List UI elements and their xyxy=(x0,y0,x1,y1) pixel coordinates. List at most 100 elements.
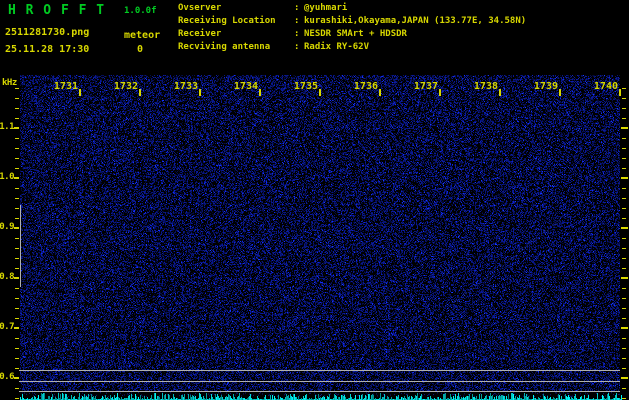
frequency-minor-tick-left xyxy=(15,248,19,249)
frequency-minor-tick-left xyxy=(15,188,19,189)
frequency-minor-tick-right xyxy=(622,348,626,349)
frequency-unit-label: kHz xyxy=(2,78,17,88)
hrofft-screen: H R O F F T 1.0.0f 2511281730.png meteor… xyxy=(0,0,629,400)
time-tick xyxy=(559,89,561,96)
frequency-minor-tick-left xyxy=(15,98,19,99)
frequency-minor-tick-left xyxy=(15,368,19,369)
frequency-minor-tick-left xyxy=(15,198,19,199)
frequency-minor-tick-right xyxy=(622,138,626,139)
frequency-minor-tick-left xyxy=(15,118,19,119)
frequency-minor-tick-left xyxy=(15,268,19,269)
frequency-major-tick-left xyxy=(14,327,19,329)
frequency-minor-tick-left xyxy=(15,138,19,139)
time-axis-label: 1740 xyxy=(594,81,618,92)
frequency-minor-tick-right xyxy=(622,238,626,239)
frequency-minor-tick-left xyxy=(15,238,19,239)
info-label: Receiving Location xyxy=(178,16,276,26)
frequency-minor-tick-right xyxy=(622,148,626,149)
frequency-minor-tick-right xyxy=(622,88,626,89)
frequency-major-tick-right xyxy=(621,327,628,329)
frequency-major-tick-left xyxy=(14,177,19,179)
frequency-minor-tick-left xyxy=(15,108,19,109)
time-axis-label: 1734 xyxy=(234,81,258,92)
info-label: Ovserver xyxy=(178,3,221,13)
info-separator: : xyxy=(294,29,299,39)
echo-band-marker-line xyxy=(20,205,21,287)
frequency-minor-tick-right xyxy=(622,398,626,399)
info-value: kurashiki,Okayama,JAPAN (133.77E, 34.58N… xyxy=(304,16,526,26)
time-axis-label: 1736 xyxy=(354,81,378,92)
frequency-minor-tick-right xyxy=(622,368,626,369)
info-label: Recviving antenna xyxy=(178,42,270,52)
time-tick xyxy=(199,89,201,96)
observation-datetime: 25.11.28 17:30 xyxy=(5,44,89,55)
frequency-minor-tick-left xyxy=(15,208,19,209)
meteor-count-label: meteor xyxy=(124,30,160,41)
frequency-major-tick-right xyxy=(621,177,628,179)
frequency-minor-tick-right xyxy=(622,288,626,289)
frequency-minor-tick-left xyxy=(15,358,19,359)
time-tick xyxy=(379,89,381,96)
frequency-minor-tick-left xyxy=(15,308,19,309)
frequency-axis-label: 1.1 xyxy=(0,122,14,132)
frequency-minor-tick-right xyxy=(622,198,626,199)
frequency-minor-tick-right xyxy=(622,188,626,189)
frequency-minor-tick-left xyxy=(15,318,19,319)
frequency-major-tick-right xyxy=(621,227,628,229)
spectrogram-canvas xyxy=(20,75,620,392)
time-axis-label: 1735 xyxy=(294,81,318,92)
meteor-count-value: 0 xyxy=(137,44,143,55)
app-title: H R O F F T xyxy=(8,3,105,18)
frequency-minor-tick-right xyxy=(622,388,626,389)
frequency-minor-tick-right xyxy=(622,298,626,299)
frequency-major-tick-right xyxy=(621,127,628,129)
frequency-minor-tick-right xyxy=(622,318,626,319)
frequency-minor-tick-left xyxy=(15,258,19,259)
frequency-minor-tick-left xyxy=(15,218,19,219)
reference-line-upper xyxy=(19,370,620,371)
time-axis-label: 1738 xyxy=(474,81,498,92)
time-tick xyxy=(499,89,501,96)
frequency-minor-tick-right xyxy=(622,358,626,359)
frequency-minor-tick-right xyxy=(622,118,626,119)
frequency-major-tick-right xyxy=(621,277,628,279)
info-value: @yuhmari xyxy=(304,3,347,13)
time-axis-label: 1731 xyxy=(54,81,78,92)
frequency-major-tick-left xyxy=(14,127,19,129)
frequency-minor-tick-left xyxy=(15,158,19,159)
time-axis-label: 1739 xyxy=(534,81,558,92)
time-tick xyxy=(319,89,321,96)
time-axis-label: 1732 xyxy=(114,81,138,92)
frequency-minor-tick-right xyxy=(622,98,626,99)
time-tick xyxy=(139,89,141,96)
info-label: Receiver xyxy=(178,29,221,39)
time-tick xyxy=(619,89,621,96)
time-tick xyxy=(259,89,261,96)
info-value: NESDR SMArt + HDSDR xyxy=(304,29,407,39)
time-tick xyxy=(439,89,441,96)
info-separator: : xyxy=(294,3,299,13)
frequency-axis-label: 0.9 xyxy=(0,222,14,232)
output-filename: 2511281730.png xyxy=(5,27,89,38)
frequency-minor-tick-left xyxy=(15,88,19,89)
frequency-minor-tick-right xyxy=(622,248,626,249)
frequency-axis-label: 1.0 xyxy=(0,172,14,182)
frequency-minor-tick-left xyxy=(15,398,19,399)
frequency-minor-tick-right xyxy=(622,258,626,259)
frequency-minor-tick-left xyxy=(15,338,19,339)
reference-line-middle xyxy=(19,381,620,382)
info-separator: : xyxy=(294,42,299,52)
frequency-minor-tick-left xyxy=(15,168,19,169)
frequency-axis-label: 0.8 xyxy=(0,272,14,282)
time-tick xyxy=(79,89,81,96)
frequency-minor-tick-right xyxy=(622,268,626,269)
info-value: Radix RY-62V xyxy=(304,42,369,52)
frequency-axis-label: 0.6 xyxy=(0,372,14,382)
frequency-minor-tick-left xyxy=(15,288,19,289)
frequency-minor-tick-right xyxy=(622,338,626,339)
app-version: 1.0.0f xyxy=(124,6,157,16)
frequency-minor-tick-left xyxy=(15,348,19,349)
time-axis-label: 1733 xyxy=(174,81,198,92)
frequency-major-tick-left xyxy=(14,377,19,379)
frequency-minor-tick-left xyxy=(15,388,19,389)
